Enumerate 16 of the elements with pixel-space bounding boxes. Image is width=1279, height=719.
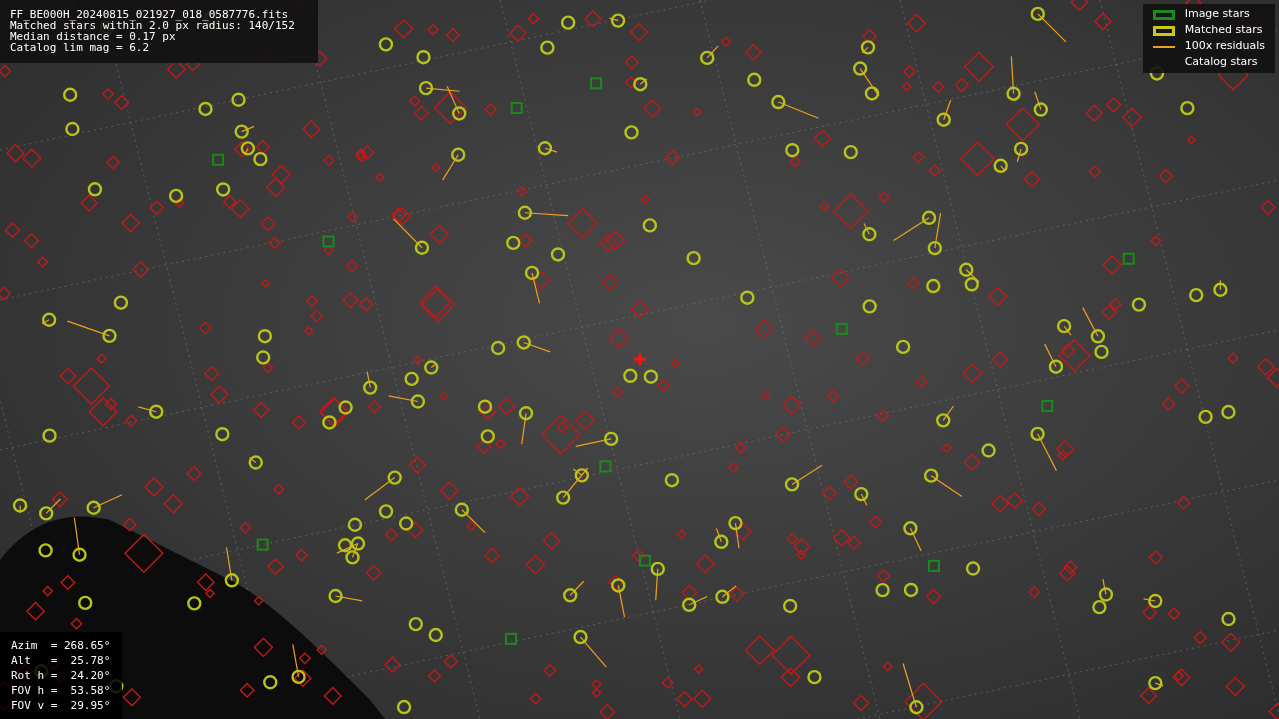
matched-star-marker-icon [1152,25,1175,36]
info-line: FF_BE000H_20240815_021927_018_0587776.fits [10,9,290,20]
pointing-line: Azim = 268.65° [11,638,112,653]
legend-label: 100x residuals [1184,38,1265,55]
residual-line-icon [1152,45,1175,48]
pointing-line: FOV h = 53.58° [11,683,112,698]
legend-label: Matched stars [1184,22,1263,39]
pointing-line: Alt = 25.78° [11,653,112,668]
info-line: Matched stars within 2.0 px radius: 140/152 [10,20,296,31]
legend-label: Catalog stars [1184,54,1258,71]
pointing-line: FOV v = 29.95° [11,698,112,713]
info-line: Median distance = 0.17 px [10,31,176,42]
image-star-marker-icon [1152,9,1175,20]
legend-label: Image stars [1184,6,1250,23]
pointing-line: Rot h = 24.20° [11,668,112,683]
info-line: Catalog lim mag = 6.2 [10,42,151,53]
